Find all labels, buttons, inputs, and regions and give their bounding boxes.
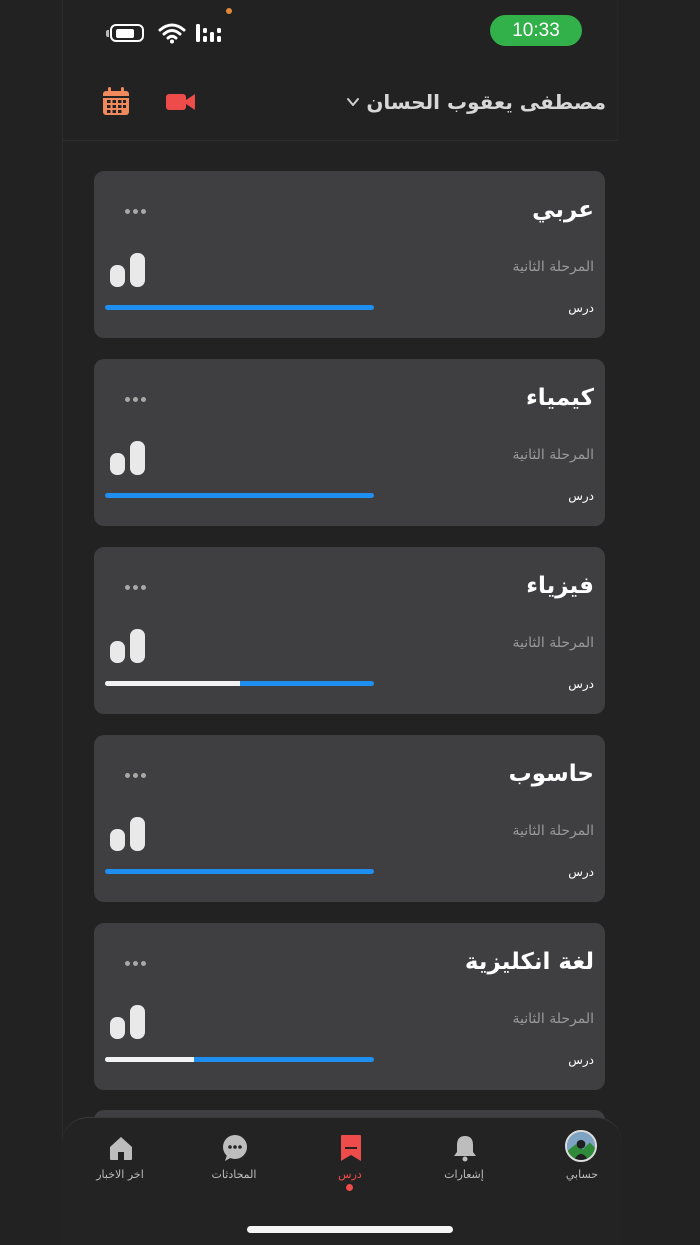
tab-conversations[interactable]: المحادثات xyxy=(178,1118,290,1208)
bar-chart-icon xyxy=(110,253,146,287)
lesson-label: درس xyxy=(568,301,594,315)
bar-chart-icon xyxy=(110,817,146,851)
lesson-label: درس xyxy=(568,1053,594,1067)
more-options-icon[interactable] xyxy=(125,397,151,405)
app-header: مصطفى يعقوب الحسان xyxy=(62,64,618,141)
status-bar: 10:33 xyxy=(0,0,700,64)
course-title: فيزياء xyxy=(526,573,594,599)
privacy-indicator-dot xyxy=(226,8,232,14)
tab-lesson[interactable]: درس xyxy=(294,1118,406,1208)
cellular-signal-icon xyxy=(196,24,221,42)
user-selector[interactable]: مصطفى يعقوب الحسان xyxy=(346,86,606,118)
more-options-icon[interactable] xyxy=(125,961,151,969)
progress-bar xyxy=(105,681,374,686)
lesson-label: درس xyxy=(568,865,594,879)
course-stage: المرحلة الثانية xyxy=(512,447,595,463)
bar-chart-icon xyxy=(110,629,146,663)
home-icon xyxy=(110,1137,132,1160)
bar-chart-icon xyxy=(110,441,146,475)
progress-bar xyxy=(105,1057,374,1062)
home-indicator xyxy=(247,1226,453,1233)
course-stage: المرحلة الثانية xyxy=(512,635,595,651)
course-title: حاسوب xyxy=(508,761,594,787)
course-card[interactable]: كيمياء المرحلة الثانية درس xyxy=(94,359,605,526)
progress-bar xyxy=(105,869,374,874)
active-tab-indicator xyxy=(346,1184,353,1191)
course-card[interactable]: حاسوب المرحلة الثانية درس xyxy=(94,735,605,902)
more-options-icon[interactable] xyxy=(125,209,151,217)
bar-chart-icon xyxy=(110,1005,146,1039)
course-title: كيمياء xyxy=(526,385,594,411)
user-name: مصطفى يعقوب الحسان xyxy=(366,90,606,114)
course-card[interactable]: عربي المرحلة الثانية درس xyxy=(94,171,605,338)
course-stage: المرحلة الثانية xyxy=(512,259,595,275)
tab-latest-news[interactable]: اخر الاخبار xyxy=(64,1118,176,1208)
course-stage: المرحلة الثانية xyxy=(512,1011,595,1027)
lesson-label: درس xyxy=(568,677,594,691)
course-card[interactable]: لغة انكليزية المرحلة الثانية درس xyxy=(94,923,605,1090)
chevron-down-icon xyxy=(347,98,360,106)
bell-icon xyxy=(454,1136,476,1162)
progress-fill xyxy=(105,1057,194,1062)
video-camera-icon[interactable] xyxy=(166,92,196,112)
wifi-icon xyxy=(158,23,186,44)
avatar xyxy=(565,1130,597,1162)
calendar-icon[interactable] xyxy=(103,87,129,115)
lesson-label: درس xyxy=(568,489,594,503)
status-time: 10:33 xyxy=(490,15,582,46)
course-stage: المرحلة الثانية xyxy=(512,823,595,839)
left-edge-line xyxy=(62,0,63,1244)
tab-notifications[interactable]: إشعارات xyxy=(408,1118,520,1208)
chat-bubble-icon xyxy=(223,1135,247,1161)
progress-bar xyxy=(105,493,374,498)
more-options-icon[interactable] xyxy=(125,773,151,781)
course-title: عربي xyxy=(532,197,594,223)
progress-fill xyxy=(105,681,240,686)
bookmark-icon xyxy=(341,1135,361,1161)
progress-bar xyxy=(105,305,374,310)
course-card[interactable]: فيزياء المرحلة الثانية درس xyxy=(94,547,605,714)
tab-my-account[interactable]: حسابي xyxy=(526,1118,638,1208)
more-options-icon[interactable] xyxy=(125,585,151,593)
battery-icon xyxy=(106,24,148,44)
course-title: لغة انكليزية xyxy=(464,949,594,975)
